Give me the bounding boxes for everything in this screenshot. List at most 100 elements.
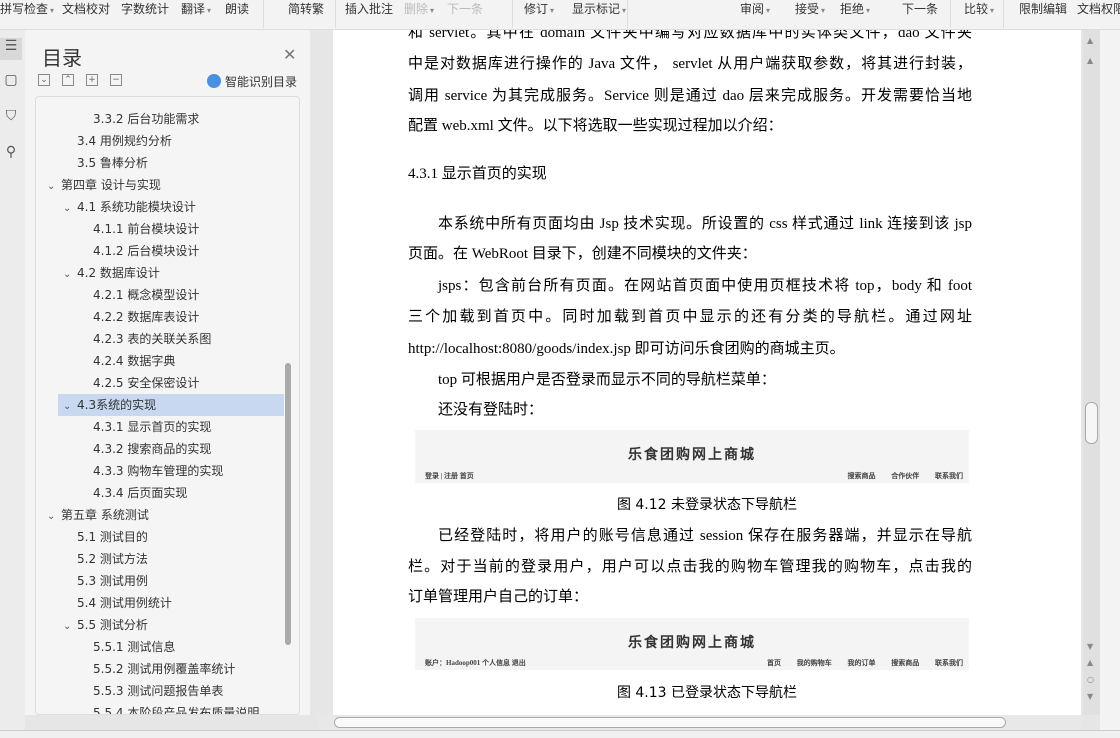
close-icon[interactable]: ✕ <box>283 45 296 64</box>
toc-item-label: 5.5.2 测试用例覆盖率统计 <box>93 662 236 676</box>
toc-item-label: 3.3.2 后台功能需求 <box>93 112 200 126</box>
toc-item[interactable]: 5.5.3 测试问题报告单表 <box>36 680 284 702</box>
toolbar-button-label: 限制编辑 <box>1019 2 1068 16</box>
toolbar-divider <box>263 0 264 28</box>
document-page[interactable]: 和 servlet。其中在 domain 文件夹中编写对应数据库中的实体类文件，… <box>333 30 1081 715</box>
text-line: 栏。对于当前的登录用户，用户可以点击我的购物车管理我的购物车，点击我的 <box>408 559 972 575</box>
chevron-down-icon[interactable]: ⌄ <box>47 506 61 528</box>
toc-item-label: 4.3.2 搜索商品的实现 <box>93 442 212 456</box>
toolbar-divider <box>335 0 336 28</box>
chevron-down-icon[interactable]: ⌄ <box>63 616 77 638</box>
toc-item[interactable]: 4.3.4 后页面实现 <box>36 482 284 504</box>
smart-icon <box>207 74 221 88</box>
toolbar-button[interactable]: 拒绝 ▾ <box>840 0 870 17</box>
expand-up-button[interactable]: ⌃ <box>62 74 74 86</box>
chevron-down-icon[interactable]: ⌄ <box>63 396 77 418</box>
toc-item[interactable]: ⌄ 第四章 设计与实现 <box>36 174 284 196</box>
toolbar-button[interactable]: 显示标记 ▾ <box>572 0 626 17</box>
toolbar-button-label: 拒绝 <box>840 2 865 16</box>
toc-item[interactable]: 4.3.3 购物车管理的实现 <box>36 460 284 482</box>
toc-item[interactable]: 3.5 鲁棒分析 <box>36 152 284 174</box>
toolbar-button[interactable]: 文档校对 <box>62 0 110 17</box>
toolbar-button-label: 审阅 <box>740 2 765 16</box>
toolbar-button[interactable]: 接受 ▾ <box>795 0 825 17</box>
chevron-down-icon[interactable]: ⌄ <box>63 264 77 286</box>
toc-list: 3.3.2 后台功能需求 3.4 用例规约分析 3.5 鲁棒分析 ⌄ 第四章 设计与实现… <box>35 96 300 715</box>
toolbar-divider <box>950 0 951 28</box>
toc-item[interactable]: 5.4 测试用例统计 <box>36 592 284 614</box>
smart-toc-button[interactable]: 智能识别目录 <box>207 73 297 90</box>
scroll-top-icon[interactable]: ▲ <box>1087 36 1093 45</box>
toc-item-label: 4.3系统的实现 <box>77 398 157 412</box>
horizontal-scroll-thumb[interactable] <box>334 717 1006 728</box>
toc-scrollbar[interactable] <box>285 363 291 645</box>
toc-item[interactable]: 5.5.2 测试用例覆盖率统计 <box>36 658 284 680</box>
toc-item[interactable]: 5.5.1 测试信息 <box>36 636 284 658</box>
prev-page-icon[interactable]: ▲ <box>1087 658 1093 667</box>
toc-item[interactable]: 5.3 测试用例 <box>36 570 284 592</box>
toolbar-button[interactable]: 修订 ▾ <box>524 0 554 17</box>
next-page-icon[interactable]: ▼ <box>1087 692 1093 701</box>
toolbar-button[interactable]: 下一条 <box>902 0 938 17</box>
toolbar-button-label: 比较 <box>964 2 989 16</box>
toc-item[interactable]: 3.4 用例规约分析 <box>36 130 284 152</box>
horizontal-scrollbar[interactable] <box>318 715 1083 730</box>
toolbar-button[interactable]: 简转繁 <box>288 0 324 17</box>
toolbar-button[interactable]: 审阅 ▾ <box>740 0 770 17</box>
vertical-scroll-thumb[interactable] <box>1085 402 1098 444</box>
toc-item[interactable]: 5.5.4 本阶段产品发布质量说明 <box>36 702 284 714</box>
text-line: 本系统中所有页面均由 Jsp 技术实现。所设置的 css 样式通过 link 连… <box>438 216 972 232</box>
toc-item[interactable]: 5.2 测试方法 <box>36 548 284 570</box>
toc-item[interactable]: 4.2.4 数据字典 <box>36 350 284 372</box>
select-browse-icon[interactable]: ○ <box>1087 675 1094 684</box>
toolbar-button[interactable]: 比较 ▾ <box>964 0 994 17</box>
toolbar-button[interactable]: 朗读 <box>225 0 249 17</box>
toc-panel-icon[interactable]: ☰ <box>0 38 22 60</box>
toc-item[interactable]: ⌄ 4.3系统的实现 <box>58 394 284 416</box>
toc-item[interactable]: ⌄ 4.2 数据库设计 <box>36 262 284 284</box>
toolbar-button[interactable]: 限制编辑 <box>1019 0 1067 17</box>
toc-item[interactable]: 4.2.3 表的关联关系图 <box>36 328 284 350</box>
remove-level-button[interactable]: − <box>110 74 122 86</box>
toc-item[interactable]: 4.3.1 显示首页的实现 <box>36 416 284 438</box>
add-level-button[interactable]: + <box>86 74 98 86</box>
scroll-up-icon[interactable]: ▲ <box>1087 56 1093 65</box>
toc-item[interactable]: ⌄ 4.1 系统功能模块设计 <box>36 196 284 218</box>
toc-item[interactable]: ⌄ 5.5 测试分析 <box>36 614 284 636</box>
caret-down-icon: ▾ <box>821 6 826 15</box>
toolbar-button[interactable]: 下一条 <box>447 0 483 17</box>
vertical-scrollbar[interactable]: ▲ ▲ ▼ ▲ ○ ▼ <box>1083 30 1100 715</box>
toolbar-button[interactable]: 插入批注 <box>345 0 393 17</box>
toc-item[interactable]: 4.2.2 数据库表设计 <box>36 306 284 328</box>
toc-item[interactable]: 4.2.1 概念模型设计 <box>36 284 284 306</box>
chevron-down-icon[interactable]: ⌄ <box>47 176 61 198</box>
toc-item-label: 5.2 测试方法 <box>77 552 148 566</box>
toc-item[interactable]: ⌄ 第五章 系统测试 <box>36 504 284 526</box>
chevron-down-icon[interactable]: ⌄ <box>63 198 77 220</box>
bookmark-icon[interactable]: ⛉ <box>0 108 22 130</box>
search-icon[interactable]: ⚲ <box>0 144 22 166</box>
caret-down-icon: ▾ <box>50 6 55 15</box>
toolbar-button[interactable]: 文档权限 <box>1077 0 1120 17</box>
toolbar-button[interactable]: 翻译 ▾ <box>181 0 211 17</box>
scroll-down-icon[interactable]: ▼ <box>1087 642 1093 651</box>
figure-nav-left: 账户：Hadoop001 个人信息 退出 <box>425 659 526 667</box>
toolbar-button[interactable]: 删除 ▾ <box>404 0 434 17</box>
toc-item[interactable]: 5.1 测试目的 <box>36 526 284 548</box>
toc-item[interactable]: 4.2.5 安全保密设计 <box>36 372 284 394</box>
text-line: jsps：包含前台所有页面。在网站首页面中使用页框技术将 top，body 和 … <box>438 278 972 294</box>
text-line: 订单管理用户自己的订单： <box>408 589 589 605</box>
toolbar-button[interactable]: 字数统计 <box>121 0 169 17</box>
toolbar-button-label: 文档校对 <box>62 2 111 16</box>
toc-item[interactable]: 4.1.2 后台模块设计 <box>36 240 284 262</box>
toc-item[interactable]: 4.1.1 前台模块设计 <box>36 218 284 240</box>
figure-logged-in-navbar: 乐食团购网上商城 账户：Hadoop001 个人信息 退出 首页 我的购物车 我… <box>415 618 969 670</box>
toc-item[interactable]: 3.3.2 后台功能需求 <box>36 108 284 130</box>
bookmark-panel-icon[interactable]: ▢ <box>0 72 22 94</box>
toolbar-button[interactable]: 拼写检查 ▾ <box>0 0 54 17</box>
toc-item[interactable]: 4.3.2 搜索商品的实现 <box>36 438 284 460</box>
toolbar-button-label: 简转繁 <box>288 2 325 16</box>
collapse-all-button[interactable]: ⌄ <box>38 74 50 86</box>
toc-item-label: 3.4 用例规约分析 <box>77 134 172 148</box>
styles-side-panel <box>1100 30 1120 730</box>
